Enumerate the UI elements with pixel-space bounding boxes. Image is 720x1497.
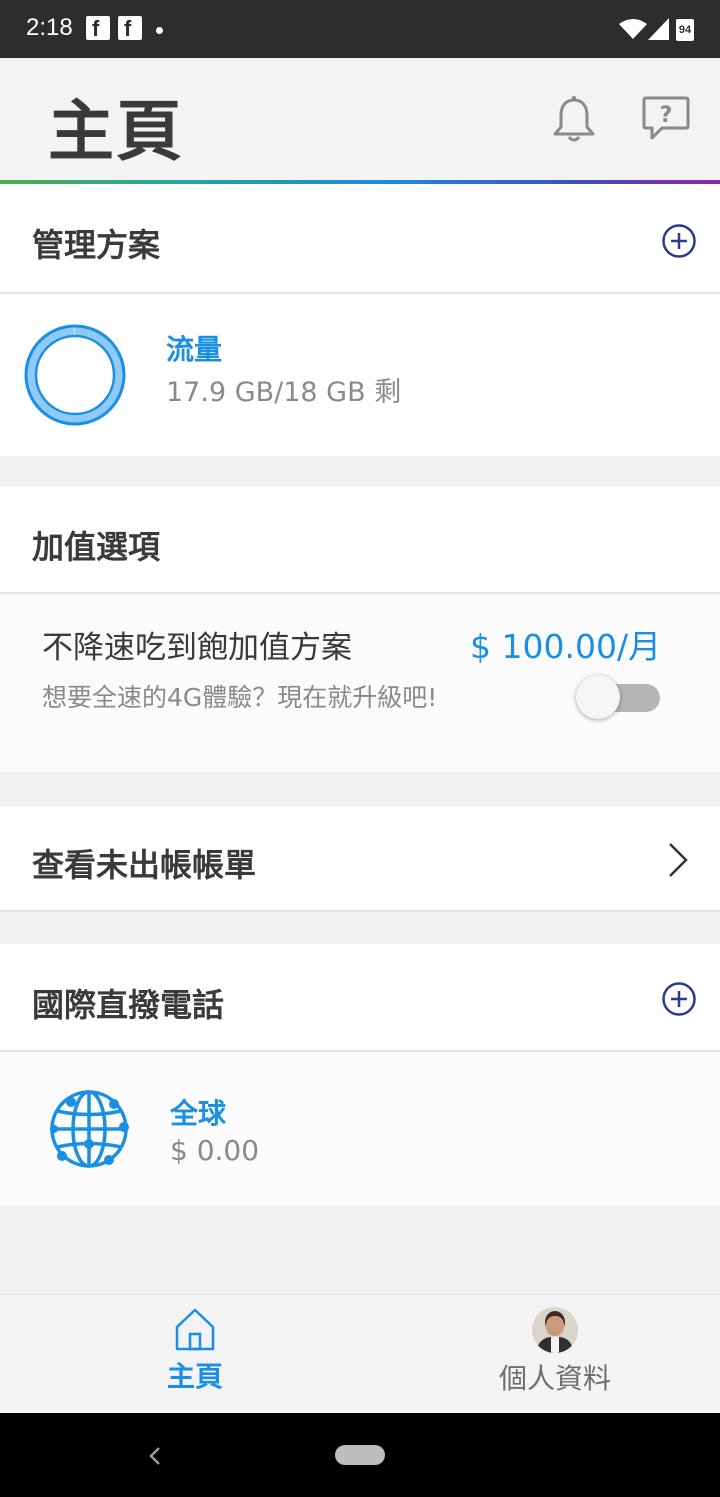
nav-item-home[interactable]: 主頁 bbox=[120, 1305, 270, 1405]
notification-bell-icon[interactable] bbox=[548, 94, 600, 146]
view-bill-title: 查看未出帳帳單 bbox=[32, 846, 257, 884]
usage-value: 17.9 GB/18 GB 剩 bbox=[166, 377, 402, 408]
toggle-thumb bbox=[576, 675, 620, 719]
help-question-icon[interactable]: ? bbox=[640, 94, 692, 144]
view-unbilled-bill-row[interactable]: 查看未出帳帳單 bbox=[0, 806, 720, 910]
nav-profile-label: 個人資料 bbox=[498, 1362, 611, 1395]
add-idd-icon[interactable] bbox=[662, 982, 696, 1016]
addon-name: 不降速吃到飽加值方案 bbox=[42, 630, 352, 666]
svg-text:?: ? bbox=[660, 103, 673, 128]
addon-price: $ 100.00/月 bbox=[470, 627, 662, 666]
back-icon[interactable] bbox=[146, 1445, 164, 1467]
addon-item: 不降速吃到飽加值方案 $ 100.00/月 想要全速的4G體驗？現在就升級吧! bbox=[0, 594, 720, 772]
idd-header[interactable]: 國際直撥電話 bbox=[0, 944, 720, 1050]
globe-icon bbox=[50, 1090, 129, 1168]
profile-avatar bbox=[532, 1307, 578, 1353]
region-value: $ 0.00 bbox=[170, 1134, 260, 1167]
wifi-icon bbox=[619, 19, 647, 39]
data-usage-card[interactable]: 流量 17.9 GB/18 GB 剩 bbox=[0, 294, 720, 456]
facebook-notification-icon: f bbox=[86, 16, 110, 41]
add-plan-icon[interactable] bbox=[662, 224, 696, 258]
nav-item-profile[interactable]: 個人資料 bbox=[470, 1305, 640, 1405]
more-notifications-dot-icon bbox=[156, 27, 163, 34]
home-icon bbox=[175, 1308, 215, 1351]
facebook-notification-icon: f bbox=[118, 16, 142, 41]
addon-toggle[interactable] bbox=[576, 675, 660, 719]
page-title: 主頁 bbox=[48, 93, 184, 170]
manage-plan-title: 管理方案 bbox=[32, 226, 161, 264]
addons-header: 加值選項 bbox=[0, 486, 720, 592]
battery-icon: 94 bbox=[676, 19, 694, 41]
manage-plan-header[interactable]: 管理方案 bbox=[0, 184, 720, 292]
bottom-navigation: 主頁 個人資料 bbox=[0, 1294, 720, 1414]
addons-title: 加值選項 bbox=[32, 528, 161, 566]
chevron-right-icon bbox=[669, 843, 688, 877]
home-gesture-pill[interactable] bbox=[335, 1445, 385, 1465]
status-bar: 2:18 f f 94 bbox=[0, 0, 720, 58]
idd-title: 國際直撥電話 bbox=[32, 986, 225, 1024]
addon-description: 想要全速的4G體驗？現在就升級吧! bbox=[42, 683, 438, 712]
usage-label: 流量 bbox=[166, 333, 223, 366]
cellular-signal-icon bbox=[648, 18, 669, 40]
nav-home-label: 主頁 bbox=[166, 1360, 223, 1393]
region-label: 全球 bbox=[170, 1097, 227, 1130]
divider bbox=[0, 910, 720, 912]
data-usage-ring bbox=[24, 324, 126, 426]
status-time: 2:18 bbox=[26, 14, 73, 41]
system-navigation-bar bbox=[0, 1413, 720, 1497]
idd-region-item[interactable]: 全球 $ 0.00 bbox=[0, 1052, 720, 1206]
